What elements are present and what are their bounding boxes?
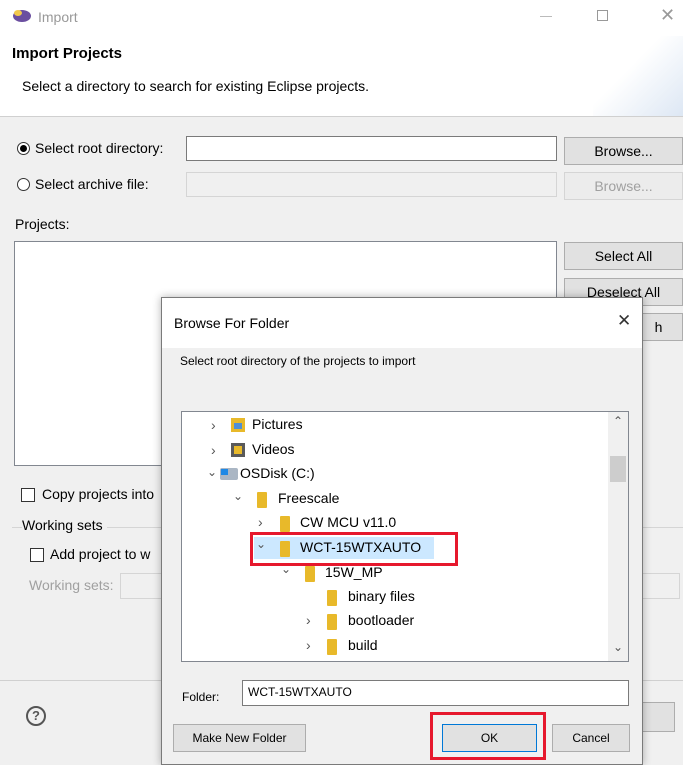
copy-projects-label: Copy projects into — [42, 486, 155, 502]
archive-file-input — [186, 172, 557, 197]
scroll-thumb[interactable] — [610, 456, 626, 482]
archive-file-label: Select archive file: — [35, 176, 149, 192]
dialog-title: Browse For Folder — [174, 315, 290, 331]
make-new-folder-button[interactable]: Make New Folder — [173, 724, 306, 752]
folder-label: Folder: — [182, 690, 220, 704]
select-all-button[interactable]: Select All — [564, 242, 683, 270]
collapse-chevron-icon[interactable]: ⌄ — [233, 489, 243, 503]
cancel-button[interactable]: Cancel — [552, 724, 630, 752]
browse-archive-button: Browse... — [564, 172, 683, 200]
dialog-instruction: Select root directory of the projects to… — [180, 354, 416, 368]
tree-item-label[interactable]: build — [348, 637, 378, 653]
folder-icon — [280, 516, 290, 532]
ok-button-annotation — [430, 712, 546, 760]
copy-projects-checkbox[interactable] — [21, 488, 35, 502]
header-graphic — [593, 36, 683, 116]
collapse-chevron-icon[interactable]: ⌄ — [207, 465, 217, 479]
projects-label: Projects: — [15, 216, 70, 232]
window-title: Import — [38, 9, 78, 25]
add-to-working-set-label: Add project to w — [50, 546, 151, 562]
browse-root-button[interactable]: Browse... — [564, 137, 683, 165]
tree-item-label[interactable]: binary files — [348, 588, 415, 604]
folder-icon — [327, 639, 337, 655]
folder-icon — [257, 492, 267, 508]
drive-icon — [220, 468, 238, 480]
videos-folder-icon — [231, 443, 245, 457]
pictures-folder-icon — [231, 418, 245, 432]
expand-chevron-icon[interactable]: › — [258, 514, 263, 530]
tree-item-label[interactable]: 15W_MP — [325, 564, 383, 580]
header-description: Select a directory to search for existin… — [22, 78, 370, 94]
tree-scrollbar[interactable]: ⌃ ⌄ — [608, 412, 628, 661]
scroll-up-icon[interactable]: ⌃ — [613, 414, 623, 428]
working-sets-group-label: Working sets — [22, 517, 107, 533]
minimize-icon[interactable] — [540, 16, 552, 17]
expand-chevron-icon[interactable]: › — [211, 417, 216, 433]
collapse-chevron-icon[interactable]: ⌄ — [281, 562, 291, 576]
tree-item-label[interactable]: Pictures — [252, 416, 303, 432]
expand-chevron-icon[interactable]: › — [306, 637, 311, 653]
maximize-icon[interactable] — [597, 10, 608, 21]
scroll-down-icon[interactable]: ⌄ — [613, 640, 623, 654]
folder-tree[interactable]: › Pictures › Videos ⌄ OSDisk (C:) ⌄ Free… — [181, 411, 629, 662]
expand-chevron-icon[interactable]: › — [306, 612, 311, 628]
folder-icon — [305, 566, 315, 582]
tree-item-label[interactable]: Videos — [252, 441, 295, 457]
browse-folder-dialog: Browse For Folder ✕ Select root director… — [161, 297, 643, 765]
expand-chevron-icon[interactable]: › — [211, 442, 216, 458]
root-directory-radio[interactable] — [17, 142, 30, 155]
header-title: Import Projects — [12, 45, 123, 62]
add-to-working-set-checkbox[interactable] — [30, 548, 44, 562]
root-directory-input[interactable] — [186, 136, 557, 161]
folder-icon — [327, 614, 337, 630]
help-icon[interactable]: ? — [26, 706, 46, 726]
close-icon[interactable]: ✕ — [660, 5, 675, 26]
tree-item-label[interactable]: OSDisk (C:) — [240, 465, 315, 481]
working-sets-label: Working sets: — [29, 577, 114, 593]
folder-icon — [327, 590, 337, 606]
tree-item-label[interactable]: bootloader — [348, 612, 414, 628]
tree-item-label[interactable]: Freescale — [278, 490, 339, 506]
archive-file-radio[interactable] — [17, 178, 30, 191]
selected-folder-annotation — [250, 532, 458, 566]
root-directory-label: Select root directory: — [35, 140, 164, 156]
tree-item-label[interactable]: CW MCU v11.0 — [300, 514, 396, 530]
folder-input-value: WCT-15WTXAUTO — [248, 685, 352, 699]
eclipse-icon — [12, 8, 32, 24]
dialog-close-icon[interactable]: ✕ — [617, 311, 631, 331]
